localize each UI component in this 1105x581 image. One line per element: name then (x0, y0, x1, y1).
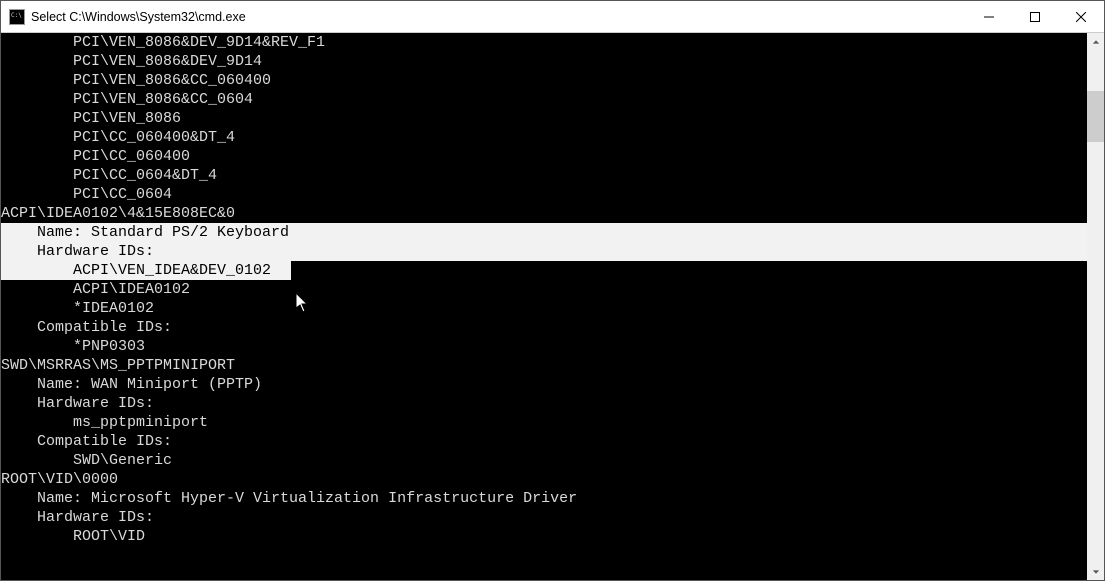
terminal-line: PCI\CC_0604&DT_4 (1, 166, 1087, 185)
close-button[interactable] (1058, 1, 1104, 32)
terminal-line: PCI\CC_060400 (1, 147, 1087, 166)
cmd-window: Select C:\Windows\System32\cmd.exe PCI\V… (0, 0, 1105, 581)
scroll-track[interactable] (1087, 50, 1104, 563)
terminal-line: ACPI\IDEA0102 (1, 280, 1087, 299)
terminal-line: ACPI\VEN_IDEA&DEV_0102 (1, 261, 1087, 280)
cmd-icon (9, 9, 25, 25)
terminal-line: *IDEA0102 (1, 299, 1087, 318)
terminal-output[interactable]: PCI\VEN_8086&DEV_9D14&REV_F1 PCI\VEN_808… (1, 33, 1087, 580)
terminal-line: PCI\CC_060400&DT_4 (1, 128, 1087, 147)
terminal-line: PCI\VEN_8086&CC_060400 (1, 71, 1087, 90)
terminal-line: Hardware IDs: (1, 242, 1087, 261)
terminal-line: Name: Standard PS/2 Keyboard (1, 223, 1087, 242)
terminal-line: ms_pptpminiport (1, 413, 1087, 432)
terminal-line: *PNP0303 (1, 337, 1087, 356)
terminal-line: PCI\VEN_8086 (1, 109, 1087, 128)
window-title: Select C:\Windows\System32\cmd.exe (31, 10, 246, 24)
scroll-up-button[interactable] (1087, 33, 1104, 50)
terminal-area: PCI\VEN_8086&DEV_9D14&REV_F1 PCI\VEN_808… (1, 33, 1104, 580)
vertical-scrollbar[interactable] (1087, 33, 1104, 580)
terminal-line: PCI\VEN_8086&CC_0604 (1, 90, 1087, 109)
terminal-line: Compatible IDs: (1, 318, 1087, 337)
terminal-line: PCI\CC_0604 (1, 185, 1087, 204)
terminal-line: Compatible IDs: (1, 432, 1087, 451)
terminal-line: ACPI\IDEA0102\4&15E808EC&0 (1, 204, 1087, 223)
terminal-line: Hardware IDs: (1, 394, 1087, 413)
maximize-button[interactable] (1012, 1, 1058, 32)
terminal-line: Hardware IDs: (1, 508, 1087, 527)
terminal-line: Name: WAN Miniport (PPTP) (1, 375, 1087, 394)
minimize-button[interactable] (966, 1, 1012, 32)
terminal-line: PCI\VEN_8086&DEV_9D14 (1, 52, 1087, 71)
titlebar[interactable]: Select C:\Windows\System32\cmd.exe (1, 1, 1104, 33)
scroll-thumb[interactable] (1087, 91, 1104, 142)
terminal-line: SWD\Generic (1, 451, 1087, 470)
terminal-line: Name: Microsoft Hyper-V Virtualization I… (1, 489, 1087, 508)
terminal-line: ROOT\VID\0000 (1, 470, 1087, 489)
terminal-line: SWD\MSRRAS\MS_PPTPMINIPORT (1, 356, 1087, 375)
terminal-line: ROOT\VID (1, 527, 1087, 546)
scroll-down-button[interactable] (1087, 563, 1104, 580)
terminal-line: PCI\VEN_8086&DEV_9D14&REV_F1 (1, 33, 1087, 52)
